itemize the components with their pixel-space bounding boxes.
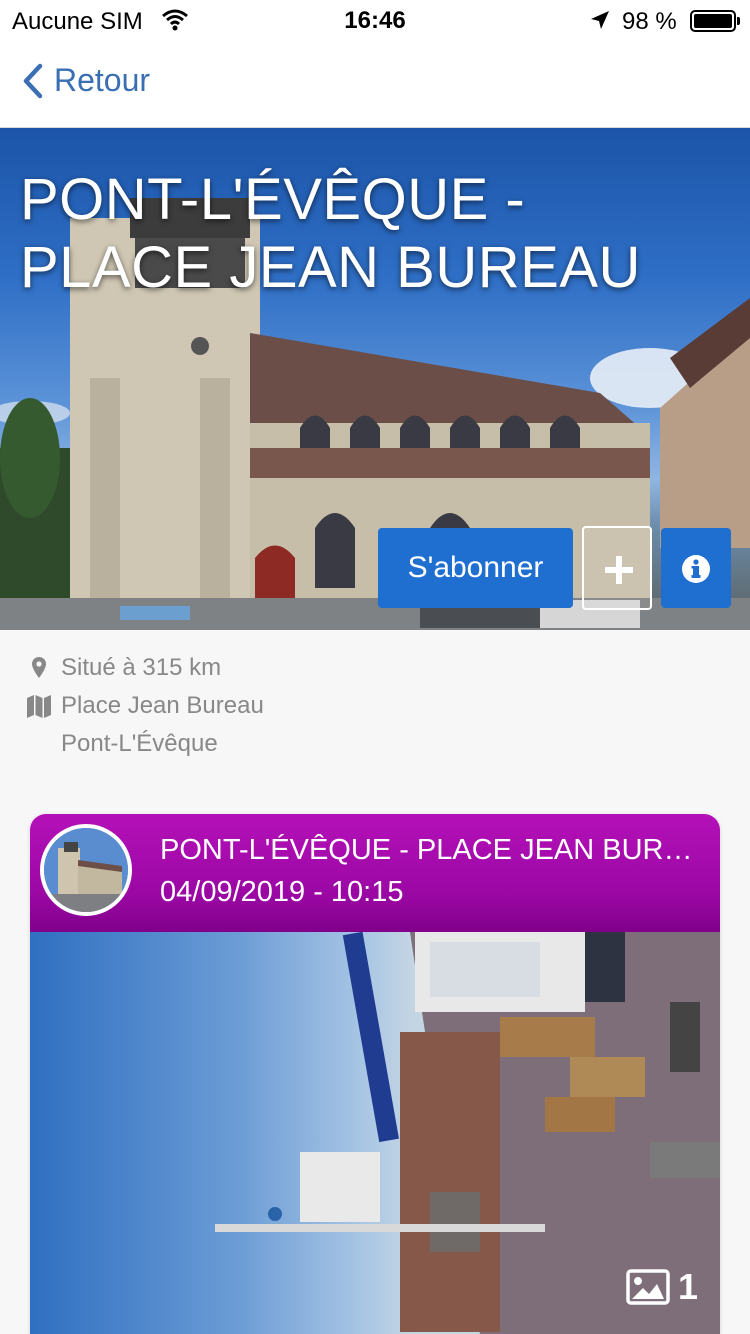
distance-row: Situé à 315 km — [26, 654, 221, 682]
photo-count: 1 — [626, 1266, 698, 1308]
card-header: PONT-L'ÉVÊQUE - PLACE JEAN BUREAU 04/09/… — [30, 814, 720, 932]
webcam-photo[interactable]: 1 — [30, 932, 720, 1334]
address-row: Place Jean Bureau — [26, 692, 264, 720]
webcam-image — [215, 932, 720, 1334]
address-line2: Pont-L'Évêque — [61, 730, 218, 757]
plus-icon — [605, 556, 633, 584]
info-button[interactable] — [661, 528, 731, 608]
avatar — [40, 824, 132, 916]
status-bar: Aucune SIM 16:46 98 % — [0, 0, 750, 40]
card-title: PONT-L'ÉVÊQUE - PLACE JEAN BUREAU — [160, 834, 705, 866]
subscribe-button[interactable]: S'abonner — [378, 528, 573, 608]
distance-text: Situé à 315 km — [61, 654, 222, 681]
battery-percentage: 98 % — [622, 8, 677, 35]
map-marker-icon — [32, 657, 46, 678]
add-button[interactable] — [582, 526, 652, 610]
location-info: Situé à 315 km Place Jean Bureau Pont-L'… — [0, 630, 750, 810]
info-icon — [682, 555, 710, 583]
back-button[interactable]: Retour — [22, 62, 150, 99]
back-label: Retour — [54, 62, 151, 98]
image-icon — [626, 1269, 670, 1305]
church-thumbnail — [44, 828, 128, 912]
hero-banner: PONT-L'ÉVÊQUE - PLACE JEAN BUREAU S'abon… — [0, 128, 750, 630]
battery-icon — [690, 10, 740, 32]
map-icon — [27, 695, 51, 718]
card-date: 04/09/2019 - 10:15 — [160, 876, 404, 908]
webcam-card[interactable]: PONT-L'ÉVÊQUE - PLACE JEAN BUREAU 04/09/… — [30, 814, 720, 1334]
photo-count-value: 1 — [677, 1266, 698, 1307]
page-title: PONT-L'ÉVÊQUE - PLACE JEAN BUREAU — [20, 167, 641, 300]
location-arrow-icon — [591, 11, 609, 29]
chevron-left-icon — [23, 63, 43, 98]
navigation-bar: Retour — [0, 40, 750, 128]
address-line1: Place Jean Bureau — [61, 692, 264, 719]
